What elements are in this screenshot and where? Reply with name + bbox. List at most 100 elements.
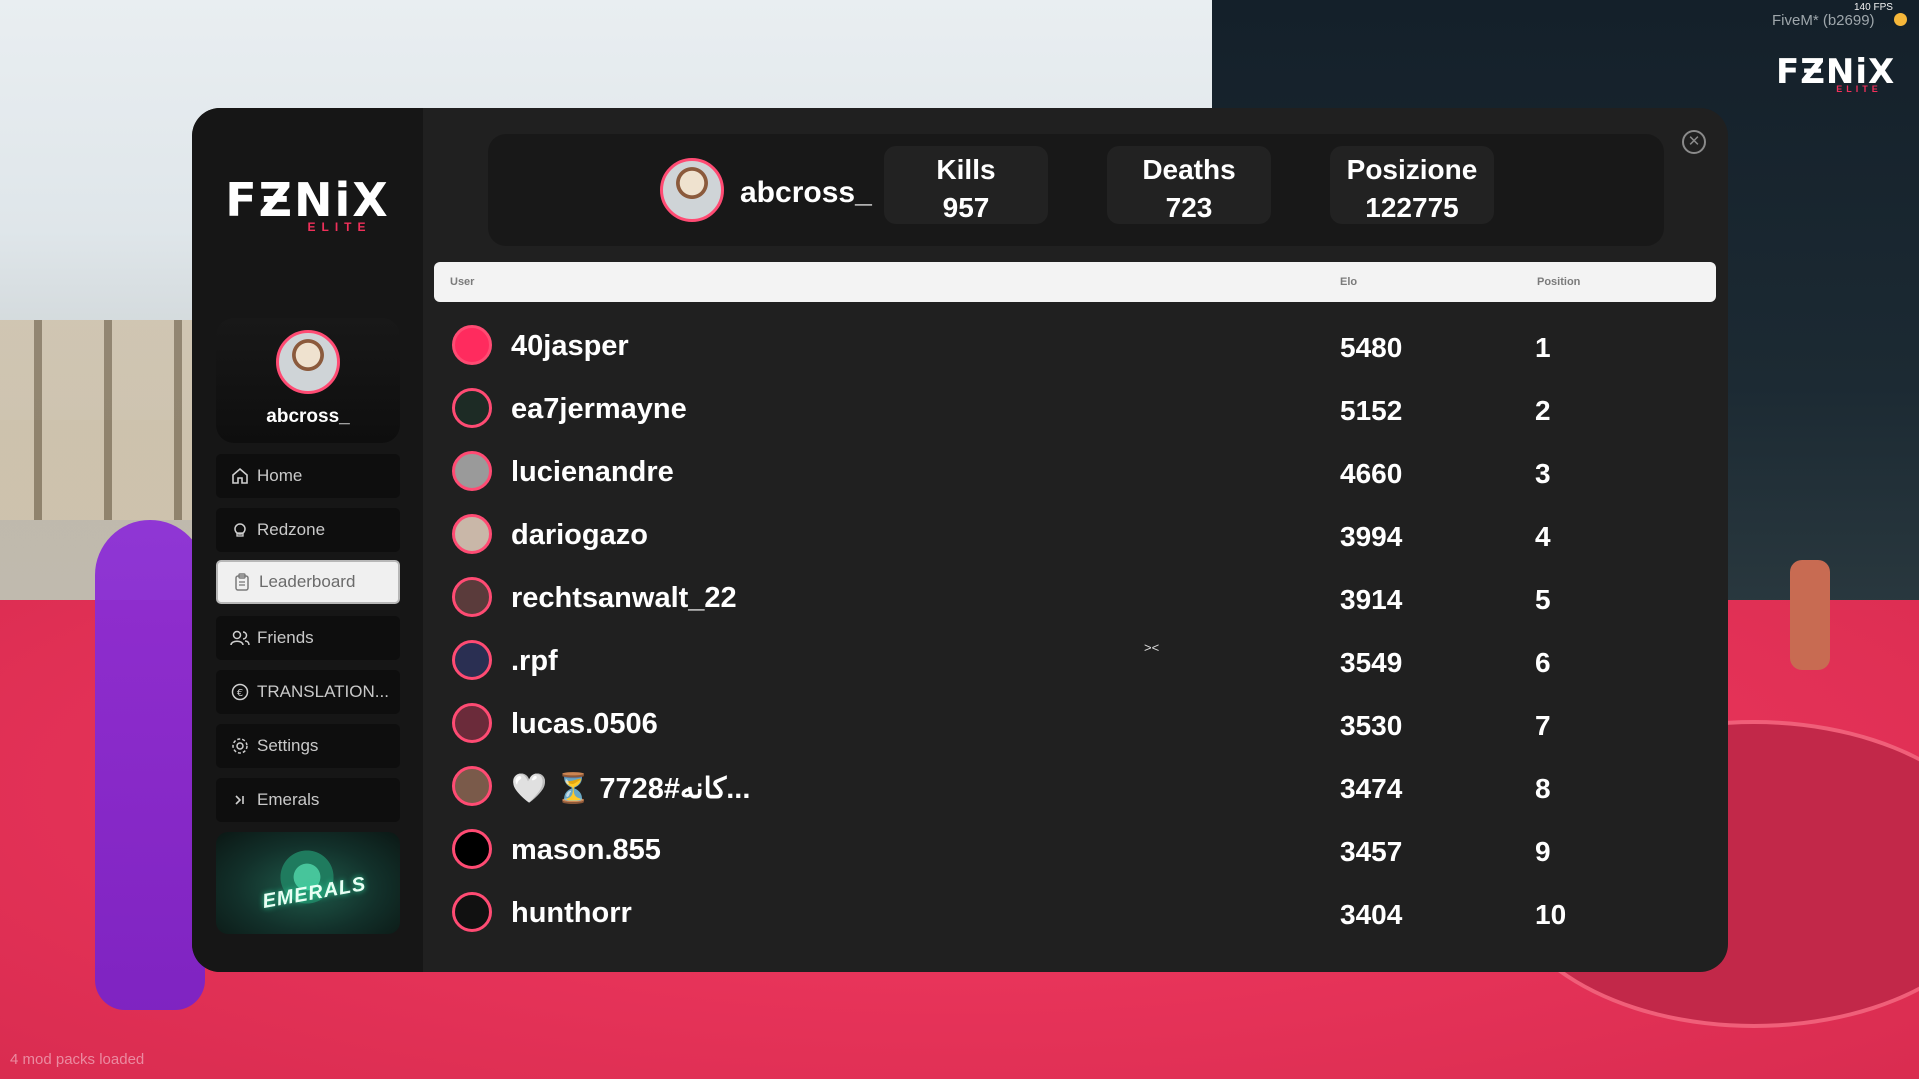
row-username: rechtsanwalt_22 — [511, 582, 737, 614]
table-row[interactable]: lucienandre 4660 3 — [434, 440, 1716, 503]
stat-deaths-value: 723 — [1165, 192, 1213, 223]
row-position: 1 — [1535, 332, 1551, 363]
header-username: abcross_ — [740, 176, 872, 209]
sidebar: FƵNiX ELITE abcross_ Home Redzone Leader… — [192, 108, 423, 972]
row-elo: 3474 — [1340, 773, 1403, 804]
row-position: 3 — [1535, 458, 1551, 489]
profile-card[interactable]: abcross_ — [216, 318, 400, 443]
game-character-2 — [1790, 560, 1830, 670]
avatar — [452, 766, 492, 806]
avatar — [276, 330, 340, 394]
avatar — [452, 640, 492, 680]
leaderboard-panel: FƵNiX ELITE abcross_ Home Redzone Leader… — [192, 108, 1728, 972]
stat-deaths: Deaths 723 — [1107, 146, 1271, 224]
row-elo: 5480 — [1340, 332, 1403, 363]
row-elo: 3457 — [1340, 836, 1403, 867]
status-dot-icon — [1894, 13, 1907, 26]
table-row[interactable]: .rpf 3549 6 — [434, 629, 1716, 692]
row-username: .rpf — [511, 645, 558, 677]
nav-friends-label: Friends — [257, 628, 314, 647]
row-position: 8 — [1535, 773, 1551, 804]
table-row[interactable]: 40jasper 5480 1 — [434, 314, 1716, 377]
row-position: 9 — [1535, 836, 1551, 867]
leaderboard-table-header: User Elo Position — [434, 262, 1716, 302]
avatar — [452, 388, 492, 428]
table-row[interactable]: mason.855 3457 9 — [434, 818, 1716, 881]
stat-position: Posizione 122775 — [1330, 146, 1494, 224]
close-icon[interactable]: ✕ — [1682, 130, 1706, 154]
avatar — [452, 514, 492, 554]
table-row[interactable]: dariogazo 3994 4 — [434, 503, 1716, 566]
row-username: 40jasper — [511, 330, 629, 362]
row-username: mason.855 — [511, 834, 661, 866]
avatar — [452, 829, 492, 869]
stat-position-label: Posizione — [1346, 154, 1478, 185]
avatar — [452, 451, 492, 491]
nav-redzone[interactable]: Redzone — [216, 508, 400, 552]
stat-deaths-label: Deaths — [1142, 154, 1236, 185]
nav-translation[interactable]: € TRANSLATION... — [216, 670, 400, 714]
table-row[interactable]: rechtsanwalt_22 3914 5 — [434, 566, 1716, 629]
row-elo: 3530 — [1340, 710, 1403, 741]
table-row[interactable]: 🤍 ⏳ 7728#کانه... 3474 8 — [434, 755, 1716, 818]
nav-translation-label: TRANSLATION... — [257, 682, 389, 701]
home-icon — [230, 466, 250, 486]
nav-emerals[interactable]: Emerals — [216, 778, 400, 822]
nav-home[interactable]: Home — [216, 454, 400, 498]
row-username: lucienandre — [511, 456, 674, 488]
avatar — [452, 703, 492, 743]
nav-settings[interactable]: Settings — [216, 724, 400, 768]
row-username: 🤍 ⏳ 7728#کانه... — [511, 773, 751, 805]
nav-leaderboard[interactable]: Leaderboard — [216, 560, 400, 604]
header-avatar — [660, 158, 724, 222]
row-elo: 4660 — [1340, 458, 1403, 489]
users-icon — [230, 628, 250, 648]
column-position: Position — [1537, 276, 1581, 288]
avatar — [452, 325, 492, 365]
row-position: 10 — [1535, 899, 1567, 930]
row-position: 7 — [1535, 710, 1551, 741]
row-position: 6 — [1535, 647, 1551, 678]
row-username: ea7jermayne — [511, 393, 687, 425]
nav-emerals-label: Emerals — [257, 790, 320, 809]
row-elo: 3914 — [1340, 584, 1403, 615]
column-user: User — [450, 276, 475, 288]
row-elo: 3994 — [1340, 521, 1403, 552]
chevron-right-icon — [230, 790, 250, 810]
row-elo: 3549 — [1340, 647, 1403, 678]
avatar — [452, 577, 492, 617]
nav-home-label: Home — [257, 466, 303, 485]
row-position: 4 — [1535, 521, 1551, 552]
emerals-promo-banner[interactable]: EMERALS — [216, 832, 400, 934]
stat-kills-value: 957 — [942, 192, 990, 223]
crosshair-icon: >< — [1144, 640, 1160, 655]
gear-icon — [230, 736, 250, 756]
table-row[interactable]: hunthorr 3404 10 — [434, 881, 1716, 944]
row-position: 5 — [1535, 584, 1551, 615]
brand-logo-text: FƵNiX — [225, 173, 390, 227]
stat-kills: Kills 957 — [884, 146, 1048, 224]
row-username: lucas.0506 — [511, 708, 658, 740]
nav-friends[interactable]: Friends — [216, 616, 400, 660]
row-username: hunthorr — [511, 897, 632, 929]
row-username: dariogazo — [511, 519, 648, 551]
nav-redzone-label: Redzone — [257, 520, 326, 539]
stat-position-value: 122775 — [1365, 192, 1459, 223]
row-position: 2 — [1535, 395, 1551, 426]
brand-logo: FƵNiX ELITE — [220, 173, 395, 234]
mods-loaded-text: 4 mod packs loaded — [10, 1051, 145, 1068]
skull-icon — [230, 520, 250, 540]
avatar — [452, 892, 492, 932]
profile-username: abcross_ — [266, 406, 350, 427]
clipboard-icon — [232, 572, 252, 592]
column-elo: Elo — [1340, 276, 1358, 288]
row-elo: 3404 — [1340, 899, 1403, 930]
nav-settings-label: Settings — [257, 736, 319, 755]
player-stats-header: abcross_ Kills 957 Deaths 723 Posizione … — [488, 134, 1664, 246]
row-elo: 5152 — [1340, 395, 1403, 426]
svg-text:€: € — [237, 688, 243, 699]
table-row[interactable]: ea7jermayne 5152 2 — [434, 377, 1716, 440]
table-row[interactable]: lucas.0506 3530 7 — [434, 692, 1716, 755]
corner-logo: FƵNiX ELITE — [1776, 55, 1894, 94]
euro-icon: € — [230, 682, 250, 702]
